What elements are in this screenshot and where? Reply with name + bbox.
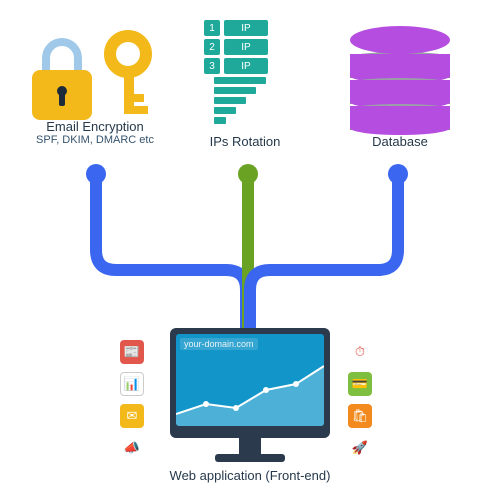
architecture-diagram: Email Encryption SPF, DKIM, DMARC etc 1I… (0, 0, 500, 500)
ip-label: IP (224, 39, 268, 55)
ip-row: 1IP (204, 20, 300, 36)
ips-block: 1IP 2IP 3IP (190, 20, 300, 140)
monitor-screen: your-domain.com (176, 334, 324, 426)
lock-icon (32, 52, 92, 124)
encryption-title: Email Encryption (12, 119, 178, 134)
ip-bar (214, 117, 226, 124)
url-text: your-domain.com (180, 338, 258, 350)
database-block (330, 18, 470, 138)
ip-num: 3 (204, 58, 220, 74)
webapp-title: Web application (Front-end) (130, 468, 370, 483)
trend-chart-icon (176, 356, 324, 426)
ip-row: 2IP (204, 39, 300, 55)
webapp-block: your-domain.com Web application (Front-e… (130, 328, 370, 483)
monitor-icon: your-domain.com (170, 328, 330, 438)
ip-num: 2 (204, 39, 220, 55)
ip-label: IP (224, 20, 268, 36)
ip-num: 1 (204, 20, 220, 36)
ip-row: 3IP (204, 58, 300, 74)
ips-title: IPs Rotation (190, 134, 300, 149)
database-icon (350, 26, 450, 126)
ip-bar (214, 87, 256, 94)
encryption-subtitle: SPF, DKIM, DMARC etc (12, 134, 178, 146)
ip-bar (214, 97, 246, 104)
database-title: Database (330, 134, 470, 149)
ip-bar (214, 107, 236, 114)
ip-bar (214, 77, 266, 84)
ip-label: IP (224, 58, 268, 74)
key-icon (98, 30, 158, 120)
